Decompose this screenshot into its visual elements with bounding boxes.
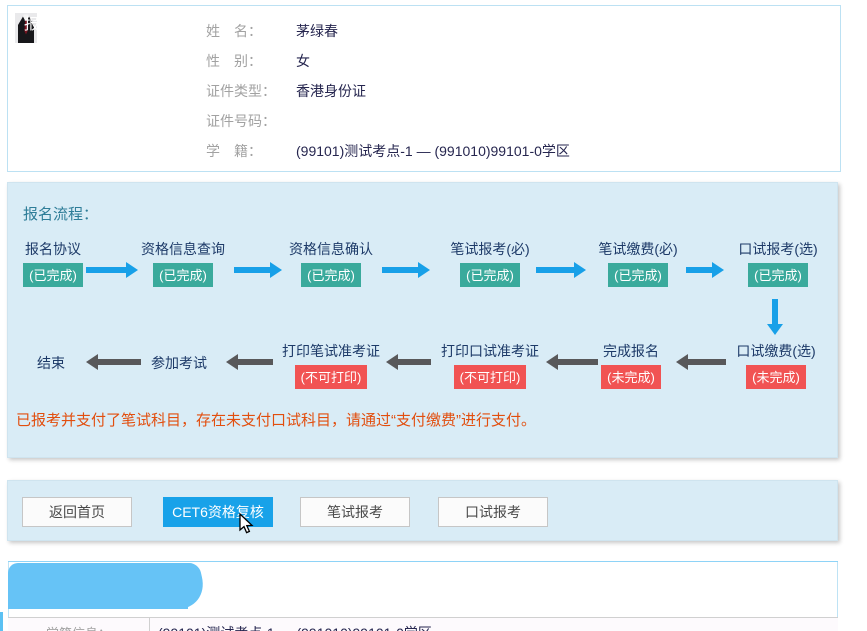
id-type-label: 证件类型： — [206, 76, 282, 106]
flow-step-oral-register: 口试报考(选) (已完成) — [693, 239, 863, 287]
personal-info-table-row: 学籍信息： (99101)测试考点-1 — (991010)99101-0学区 — [8, 617, 838, 631]
school-label: 学 籍： — [206, 136, 282, 166]
personal-info-panel: 姓 名： 茅绿春 性 别： 女 证件类型： 香港身份证 证件号码： 学 籍： (9910… — [7, 5, 841, 172]
status-badge: (已完成) — [460, 263, 520, 287]
oral-exam-register-button[interactable]: 口试报考 — [438, 497, 548, 527]
flow-step-label: 资格信息查询 — [98, 239, 268, 259]
school-value: (99101)测试考点-1 — (991010)99101-0学区 — [296, 143, 570, 159]
payment-warning-text: 已报考并支付了笔试科目，存在未支付口试科目，请通过“支付缴费”进行支付。 — [16, 409, 536, 430]
status-badge: (未完成) — [601, 365, 661, 389]
gender-value: 女 — [296, 53, 310, 69]
name-value: 茅绿春 — [296, 23, 338, 39]
flow-step-label: 笔试报考(必) — [405, 239, 575, 259]
id-number-label: 证件号码： — [206, 106, 282, 136]
registration-flow-panel: 报名流程： 报名协议 (已完成) 资格信息查询 (已完成) 资格信息确认 (已完… — [7, 182, 838, 458]
status-badge: (已完成) — [608, 263, 668, 287]
left-edge-strip — [0, 612, 3, 631]
flow-step-written-register: 笔试报考(必) (已完成) — [405, 239, 575, 287]
flow-title: 报名流程： — [23, 203, 98, 224]
personal-info-rows: 姓 名： 茅绿春 性 别： 女 证件类型： 香港身份证 证件号码： 学 籍： (9910… — [206, 16, 570, 166]
flow-step-end: 结束 — [0, 353, 136, 373]
flow-step-print-written-ticket: 打印笔试准考证 (不可打印) — [246, 341, 416, 389]
status-badge: (已完成) — [153, 263, 213, 287]
status-badge: (已完成) — [23, 263, 83, 287]
info-row-id-number: 证件号码： — [206, 106, 570, 136]
status-badge: (未完成) — [746, 365, 806, 389]
cet6-qualification-review-button[interactable]: CET6资格复核 — [163, 497, 273, 527]
info-row-id-type: 证件类型： 香港身份证 — [206, 76, 570, 106]
action-bar: 返回首页 CET6资格复核 笔试报考 口试报考 — [7, 480, 838, 541]
status-badge: (不可打印) — [295, 365, 368, 389]
section-tab — [8, 563, 188, 609]
section-title: 报名个人信息 — [24, 13, 114, 34]
name-label: 姓 名： — [206, 16, 282, 46]
flow-step-oral-pay: 口试缴费(选) (未完成) — [691, 341, 861, 389]
gender-label: 性 别： — [206, 46, 282, 76]
id-type-value: 香港身份证 — [296, 83, 366, 99]
info-row-name: 姓 名： 茅绿春 — [206, 16, 570, 46]
status-badge: (不可打印) — [454, 365, 527, 389]
flow-step-label: 打印口试准考证 — [405, 341, 575, 361]
flow-step-label: 口试缴费(选) — [691, 341, 861, 361]
back-home-button[interactable]: 返回首页 — [22, 497, 132, 527]
registration-status-page: 姓 名： 茅绿春 性 别： 女 证件类型： 香港身份证 证件号码： 学 籍： (9910… — [0, 0, 867, 631]
table-row-label: 学籍信息： — [8, 618, 150, 631]
arrow-down-icon — [772, 299, 778, 325]
flow-step-label: 结束 — [0, 353, 136, 373]
flow-step-label: 口试报考(选) — [693, 239, 863, 259]
status-badge: (已完成) — [301, 263, 361, 287]
flow-step-label: 打印笔试准考证 — [246, 341, 416, 361]
flow-step-qualification-query: 资格信息查询 (已完成) — [98, 239, 268, 287]
flow-step-qualification-confirm: 资格信息确认 (已完成) — [246, 239, 416, 287]
status-badge: (已完成) — [748, 263, 808, 287]
written-exam-register-button[interactable]: 笔试报考 — [300, 497, 410, 527]
info-row-gender: 性 别： 女 — [206, 46, 570, 76]
flow-step-print-oral-ticket: 打印口试准考证 (不可打印) — [405, 341, 575, 389]
table-row-value: (99101)测试考点-1 — (991010)99101-0学区 — [150, 618, 838, 631]
info-row-school: 学 籍： (99101)测试考点-1 — (991010)99101-0学区 — [206, 136, 570, 166]
flow-step-label: 资格信息确认 — [246, 239, 416, 259]
